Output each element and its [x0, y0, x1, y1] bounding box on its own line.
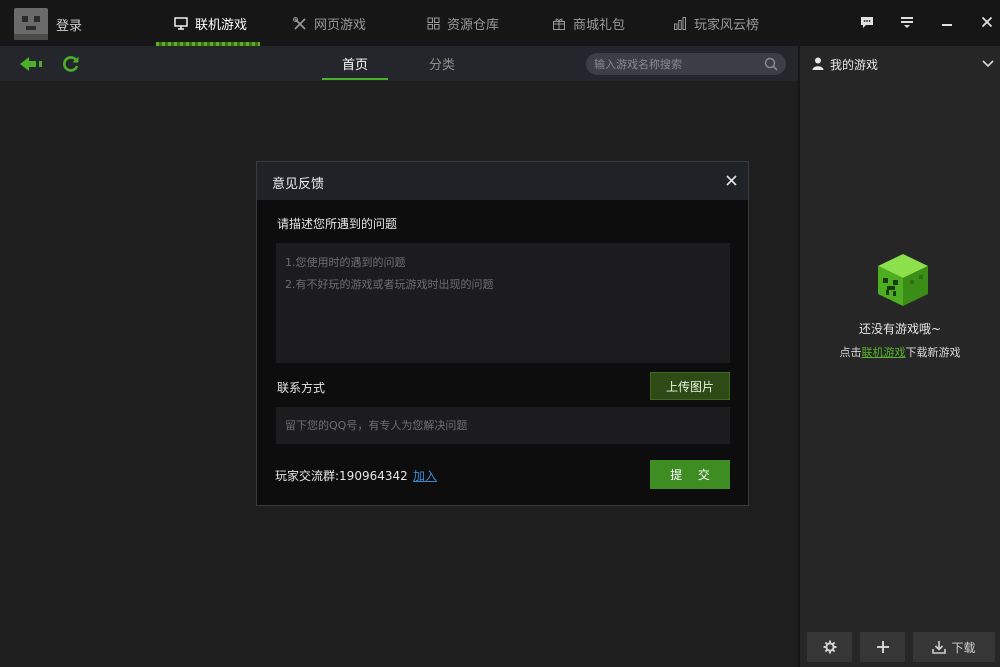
download-icon — [932, 641, 947, 654]
minimize-icon — [942, 24, 952, 26]
my-games-title: 我的游戏 — [830, 58, 879, 72]
gear-icon — [823, 640, 836, 654]
problem-label: 请描述您所遇到的问题 — [277, 217, 398, 231]
join-group-link[interactable]: 加入 — [413, 467, 437, 484]
grid-icon — [427, 17, 440, 29]
tip-prefix: 点击 — [839, 346, 862, 359]
problem-textarea[interactable] — [276, 243, 730, 363]
avatar[interactable] — [14, 8, 48, 40]
title-bar — [0, 0, 1000, 46]
qq-input[interactable] — [276, 407, 730, 444]
search-icon[interactable] — [764, 57, 778, 71]
tab-label: 商城礼包 — [573, 17, 626, 33]
tools-icon — [293, 16, 306, 30]
creeper-block-icon — [875, 252, 931, 311]
feedback-button[interactable] — [857, 12, 877, 32]
download-label: 下载 — [951, 640, 976, 655]
close-window-button[interactable] — [977, 12, 997, 32]
bar-chart-icon — [674, 16, 686, 30]
upload-image-button[interactable]: 上传图片 — [650, 372, 730, 400]
gift-icon — [553, 18, 565, 30]
tab-label: 玩家风云榜 — [694, 17, 760, 33]
empty-games-title: 还没有游戏哦~ — [858, 322, 942, 336]
close-icon — [981, 16, 993, 28]
contact-label: 联系方式 — [277, 381, 326, 395]
tab-label: 网页游戏 — [314, 17, 367, 33]
collapse-button[interactable] — [982, 58, 994, 72]
menu-down-icon — [901, 16, 913, 28]
tab-leaderboard[interactable]: 玩家风云榜 — [673, 0, 759, 46]
dialog-header — [257, 162, 748, 200]
close-icon — [725, 174, 737, 186]
subtab-category[interactable]: 分类 — [412, 46, 472, 81]
refresh-icon — [63, 56, 79, 72]
tab-label: 资源仓库 — [447, 17, 500, 33]
tab-web-games[interactable]: 网页游戏 — [293, 0, 366, 46]
feedback-dialog: 意见反馈 请描述您所遇到的问题 联系方式 上传图片 玩家交流群:19096434… — [256, 161, 749, 506]
tab-label: 联机游戏 — [195, 17, 248, 33]
minimize-button[interactable] — [937, 12, 957, 32]
settings-button[interactable] — [807, 632, 852, 662]
subtab-home[interactable]: 首页 — [322, 46, 388, 81]
download-button[interactable]: 下载 — [913, 632, 995, 662]
plus-icon — [876, 641, 889, 653]
back-button[interactable] — [20, 56, 44, 75]
search-input[interactable] — [594, 53, 754, 75]
tip-suffix: 下载新游戏 — [905, 346, 961, 359]
refresh-button[interactable] — [62, 55, 80, 76]
dialog-close-button[interactable] — [723, 172, 739, 188]
tab-online-games[interactable]: 联机游戏 — [174, 0, 247, 46]
monitor-icon — [174, 16, 188, 30]
menu-button[interactable] — [897, 12, 917, 32]
subtab-active-indicator — [322, 78, 388, 80]
user-icon — [812, 57, 824, 73]
add-game-button[interactable] — [860, 632, 905, 662]
login-link[interactable]: 登录 — [56, 15, 82, 34]
dialog-title: 意见反馈 — [272, 177, 325, 192]
online-games-link[interactable]: 联机游戏 — [862, 346, 906, 359]
empty-games-tip: 点击联机游戏下载新游戏 — [800, 344, 1000, 360]
submit-button[interactable]: 提 交 — [650, 460, 730, 489]
tab-shop[interactable]: 商城礼包 — [552, 0, 625, 46]
chat-icon — [861, 16, 873, 28]
chevron-down-icon — [982, 60, 994, 68]
tab-resources[interactable]: 资源仓库 — [427, 0, 499, 46]
search-box — [586, 53, 786, 75]
player-group-text: 玩家交流群:190964342 — [275, 469, 408, 483]
back-arrow-icon — [20, 57, 42, 71]
